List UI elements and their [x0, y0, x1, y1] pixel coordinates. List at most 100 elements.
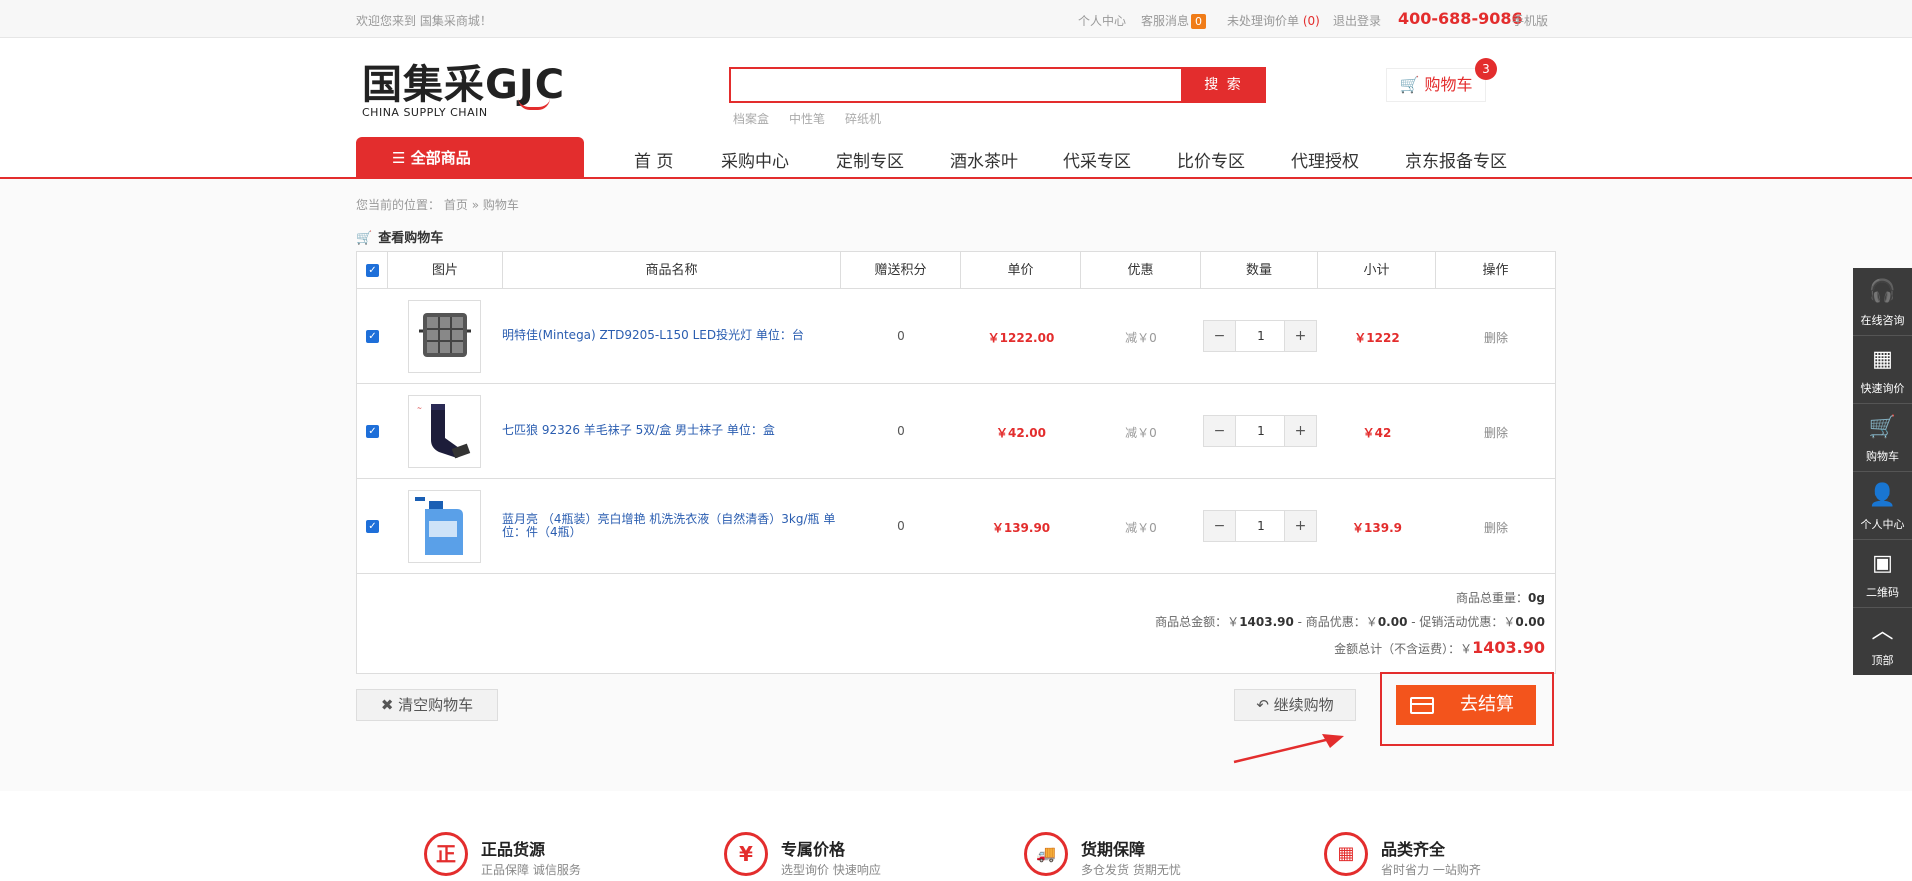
clear-cart-label: 清空购物车 — [398, 696, 474, 714]
sidebar-item-cart[interactable]: 🛒 购物车 — [1853, 404, 1912, 472]
nav-item-agency[interactable]: 代理授权 — [1291, 147, 1359, 172]
search-button[interactable]: 搜 索 — [1181, 67, 1266, 103]
all-goods-menu[interactable]: ☰ 全部商品 — [356, 137, 584, 179]
decrease-button[interactable]: − — [1204, 416, 1236, 446]
item-checkbox[interactable]: ✓ — [366, 330, 379, 343]
item-price: ￥1222.00 — [987, 331, 1055, 345]
quantity-input[interactable]: 1 — [1237, 416, 1285, 446]
pending-inquiry-link[interactable]: 未处理询价单 (0) — [1227, 12, 1320, 29]
cart-title-text: 查看购物车 — [378, 231, 444, 246]
feature-subtitle: 多仓发货 货期无忧 — [1081, 863, 1181, 877]
logout-link[interactable]: 退出登录 — [1333, 12, 1381, 29]
product-name-link[interactable]: 蓝月亮 （4瓶装）亮白增艳 机洗洗衣液（自然清香）3kg/瓶 单位：件（4瓶） — [502, 513, 842, 539]
goods-discount-label: - 商品优惠：￥ — [1293, 615, 1378, 629]
hotword-link[interactable]: 中性笔 — [789, 110, 825, 127]
item-discount: 减￥0 — [1125, 426, 1157, 440]
item-subtotal: ￥1222 — [1354, 331, 1400, 345]
column-header: 数量 — [1201, 252, 1318, 289]
item-price: ￥42.00 — [996, 426, 1046, 440]
sidebar-item-online-consult[interactable]: 🎧 在线咨询 — [1853, 268, 1912, 336]
clear-cart-button[interactable]: ✖ 清空购物车 — [356, 689, 498, 721]
sidebar-item-back-to-top[interactable]: ︿ 顶部 — [1853, 608, 1912, 676]
category-grid-icon: ▦ — [1324, 832, 1368, 876]
breadcrumb-separator: » — [471, 198, 480, 212]
product-thumbnail[interactable] — [408, 490, 481, 563]
grand-total-value: 1403.90 — [1472, 638, 1545, 657]
increase-button[interactable]: + — [1284, 511, 1316, 541]
sidebar-label: 顶部 — [1871, 654, 1894, 667]
nav-item-custom[interactable]: 定制专区 — [836, 147, 904, 172]
service-message-link[interactable]: 客服消息 0 — [1141, 12, 1207, 29]
header-cart-button[interactable]: 🛒 购物车 — [1386, 68, 1486, 102]
increase-button[interactable]: + — [1284, 416, 1316, 446]
feature-title: 品类齐全 — [1381, 840, 1446, 859]
feature-title: 正品货源 — [481, 840, 546, 859]
quantity-input[interactable]: 1 — [1237, 511, 1285, 541]
continue-shopping-button[interactable]: ↶ 继续购物 — [1234, 689, 1356, 721]
select-all-checkbox[interactable]: ✓ — [366, 264, 379, 277]
delete-item-link[interactable]: 删除 — [1446, 329, 1546, 346]
sidebar-item-qrcode[interactable]: ▣ 二维码 — [1853, 540, 1912, 608]
feature-subtitle: 正品保障 诚信服务 — [481, 863, 581, 877]
mobile-link[interactable]: 手机版 — [1512, 12, 1548, 29]
sidebar-item-personal-center[interactable]: 👤 个人中心 — [1853, 472, 1912, 540]
nav-item-price-compare[interactable]: 比价专区 — [1177, 147, 1245, 172]
search-input[interactable] — [729, 67, 1183, 103]
genuine-icon: 正 — [424, 832, 468, 876]
product-name-link[interactable]: 明特佳(Mintega) ZTD9205-L150 LED投光灯 单位：台 — [502, 329, 832, 342]
decrease-button[interactable]: − — [1204, 511, 1236, 541]
delete-item-link[interactable]: 删除 — [1446, 424, 1546, 441]
credit-card-icon — [1410, 697, 1434, 714]
hotline-number: 400-688-9086 — [1398, 9, 1523, 28]
product-thumbnail[interactable]: ~ — [408, 395, 481, 468]
nav-item-agent-purchase[interactable]: 代采专区 — [1063, 147, 1131, 172]
sidebar-item-quick-inquiry[interactable]: ▦ 快速询价 — [1853, 336, 1912, 404]
sidebar-label: 个人中心 — [1860, 518, 1905, 531]
product-thumbnail[interactable] — [408, 300, 481, 373]
item-discount: 减￥0 — [1125, 331, 1157, 345]
grand-total-label: 金额总计（不含运费）：￥ — [1334, 642, 1473, 656]
increase-button[interactable]: + — [1284, 321, 1316, 351]
site-logo[interactable]: 国集采GJC CHINA SUPPLY CHAIN — [362, 64, 582, 124]
sidebar-label: 购物车 — [1866, 450, 1899, 463]
cart-icon: 🛒 — [1868, 415, 1897, 440]
decrease-button[interactable]: − — [1204, 321, 1236, 351]
pending-inquiry-count: (0) — [1302, 14, 1320, 28]
return-arrow-icon: ↶ — [1256, 696, 1269, 714]
truck-icon: 🚚 — [1024, 832, 1068, 876]
quantity-input[interactable]: 1 — [1237, 321, 1285, 351]
breadcrumb-prefix: 您当前的位置： — [356, 198, 441, 212]
grid-icon: ▦ — [1872, 347, 1893, 372]
hotword-link[interactable]: 档案盒 — [733, 110, 769, 127]
breadcrumb-home[interactable]: 首页 — [444, 198, 468, 212]
amount-label: 商品总金额：￥ — [1155, 615, 1240, 629]
nav-item-procurement[interactable]: 采购中心 — [721, 147, 789, 172]
total-weight: 商品总重量：0g — [1456, 589, 1545, 606]
continue-shopping-label: 继续购物 — [1273, 696, 1334, 714]
item-subtotal: ￥42 — [1362, 426, 1392, 440]
list-icon: ☰ — [392, 149, 406, 167]
breadcrumb: 您当前的位置： 首页 » 购物车 — [356, 196, 519, 213]
sidebar-label: 二维码 — [1866, 586, 1899, 599]
table-header: ✓ 图片 商品名称 赠送积分 单价 优惠 数量 小计 操作 — [357, 252, 1555, 289]
nav-item-home[interactable]: 首 页 — [634, 147, 673, 172]
total-weight-label: 商品总重量： — [1456, 591, 1529, 605]
item-discount: 减￥0 — [1125, 521, 1157, 535]
hotword-link[interactable]: 碎纸机 — [845, 110, 881, 127]
nav-item-jd-report[interactable]: 京东报备专区 — [1405, 147, 1507, 172]
product-name-link[interactable]: 七匹狼 92326 羊毛袜子 5双/盒 男士袜子 单位：盒 — [502, 424, 832, 437]
all-goods-label: 全部商品 — [410, 149, 471, 167]
column-header: 操作 — [1482, 263, 1509, 278]
personal-center-link[interactable]: 个人中心 — [1078, 12, 1126, 29]
column-header: 赠送积分 — [841, 252, 961, 289]
floodlight-image — [419, 313, 471, 357]
delete-item-link[interactable]: 删除 — [1446, 519, 1546, 536]
item-checkbox[interactable]: ✓ — [366, 520, 379, 533]
nav-item-wine-tea[interactable]: 酒水茶叶 — [950, 147, 1018, 172]
total-weight-value: 0g — [1528, 591, 1545, 605]
service-message-count: 0 — [1191, 14, 1207, 29]
item-checkbox[interactable]: ✓ — [366, 425, 379, 438]
column-header: 图片 — [388, 252, 503, 289]
table-row: ✓ 蓝月亮 （4瓶装）亮白增艳 机洗洗衣液（自然清香）3kg/瓶 单位：件（4瓶… — [357, 479, 1555, 574]
grand-total: 金额总计（不含运费）：￥1403.90 — [1334, 638, 1545, 657]
